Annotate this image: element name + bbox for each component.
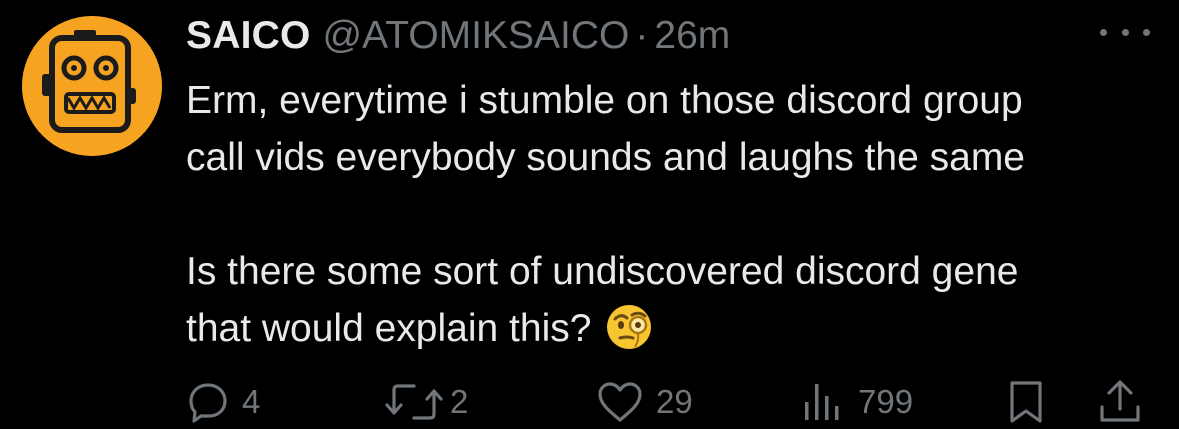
more-options-icon[interactable] [1100,20,1150,44]
tweet-line: Erm, everytime i stumble on those discor… [186,79,1023,122]
more-dot [1121,28,1129,36]
author-handle[interactable]: @ATOMIKSAICO [323,14,630,58]
heart-icon [598,382,642,422]
bookmark-icon [1010,381,1042,423]
retweet-icon [385,384,443,420]
robot-face-icon [22,16,162,156]
retweet-count: 2 [450,383,469,420]
bookmark-button[interactable] [1006,378,1046,426]
tweet-header: SAICO @ATOMIKSAICO · 26m [186,14,730,64]
share-button[interactable] [1098,378,1142,426]
reply-count: 4 [242,383,261,420]
author-display-name[interactable]: SAICO [186,14,311,58]
face-with-monocle-icon [607,305,652,349]
tweet-paragraph: Erm, everytime i stumble on those discor… [186,72,1161,186]
tweet-timestamp[interactable]: 26m [654,14,730,58]
reply-button[interactable]: 4 [186,378,260,426]
tweet-paragraph: Is there some sort of undiscovered disco… [186,243,1161,357]
views-icon [805,384,839,420]
tweet-line: that would explain this? [186,307,592,350]
retweet-button[interactable]: 2 [384,378,468,426]
more-dot [1143,28,1150,36]
tweet-line: call vids everybody sounds and laughs th… [186,136,1025,179]
like-count: 29 [656,383,693,420]
tweet-line: Is there some sort of undiscovered disco… [186,250,1019,293]
views-button[interactable]: 799 [802,378,913,426]
avatar[interactable] [22,16,162,156]
header-separator: · [635,14,649,57]
tweet-actions: 4 2 29 799 [0,378,1179,426]
share-icon [1100,380,1140,422]
reply-icon [189,383,227,423]
tweet[interactable]: SAICO @ATOMIKSAICO · 26m Erm, everytime … [0,0,1179,429]
view-count: 799 [858,383,914,420]
tweet-text: Erm, everytime i stumble on those discor… [186,72,1161,357]
like-button[interactable]: 29 [596,378,693,426]
more-dot [1100,28,1107,36]
